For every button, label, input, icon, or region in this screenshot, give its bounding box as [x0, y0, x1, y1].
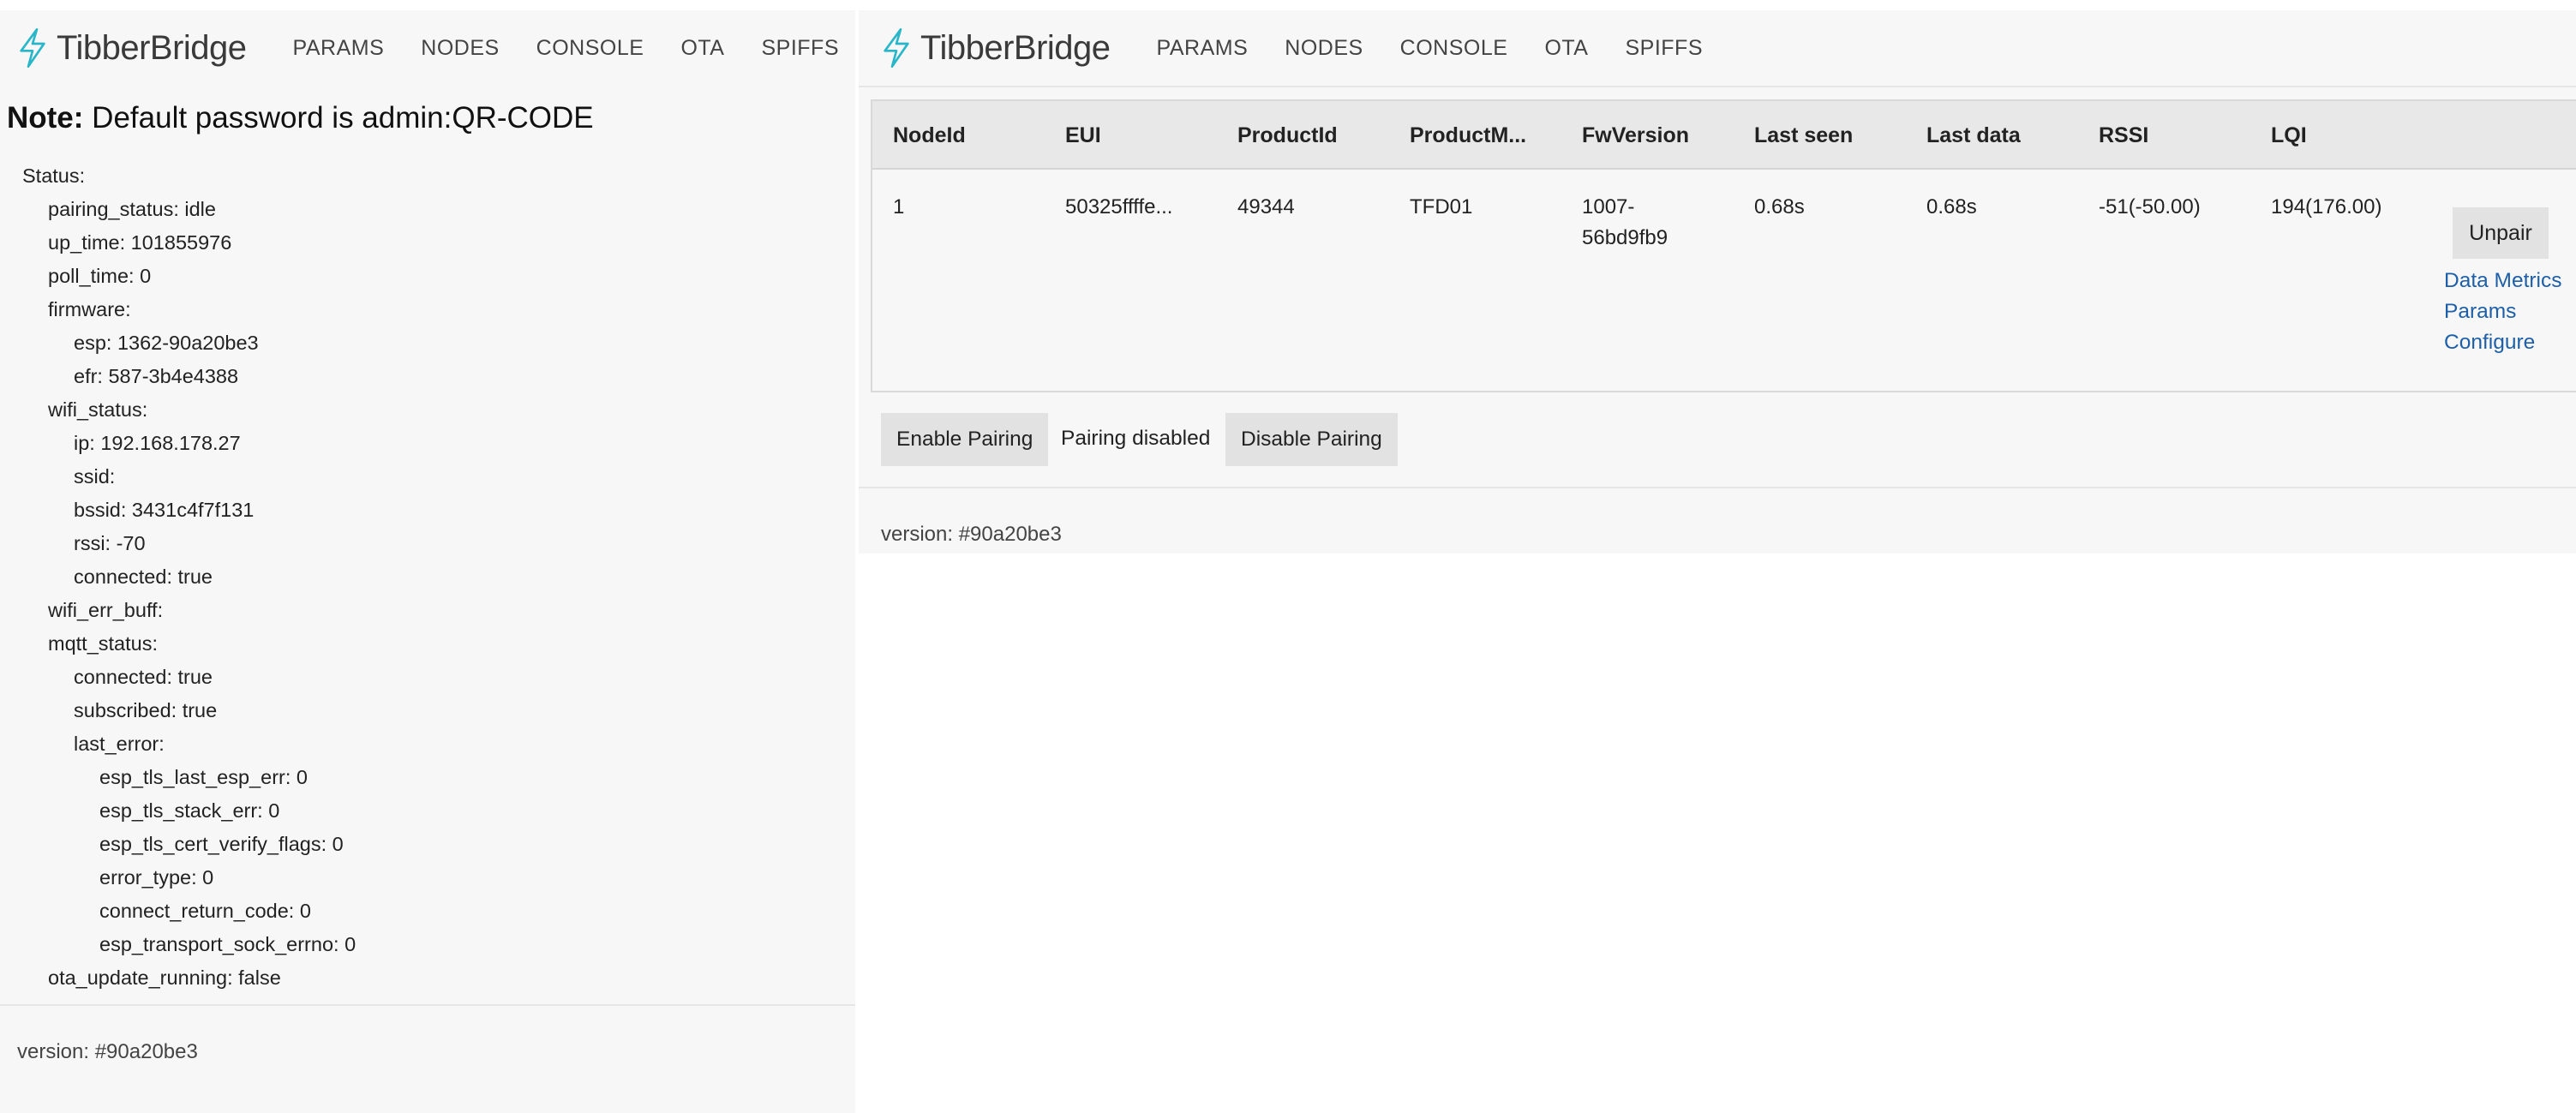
top-navbar: TibberBridge PARAMS NODES CONSOLE OTA SP… [859, 10, 2576, 87]
status-line: connected: true [74, 666, 213, 688]
status-line: pairing_status: idle [48, 198, 216, 220]
status-line: ip: 192.168.178.27 [74, 432, 241, 454]
version-label: version: #90a20be3 [881, 523, 1062, 546]
column-header-nodeid[interactable]: NodeId [893, 123, 966, 148]
configure-link[interactable]: Configure [2444, 331, 2535, 355]
status-line: connect_return_code: 0 [99, 900, 311, 922]
status-line: last_error: [74, 733, 165, 755]
status-line: esp_tls_stack_err: 0 [99, 799, 280, 822]
cell-eui: 50325ffffe... [1065, 195, 1173, 218]
status-line: mqtt_status: [48, 632, 158, 655]
pairing-status-text: Pairing disabled [1061, 427, 1211, 450]
brand[interactable]: TibberBridge [879, 27, 1111, 69]
column-header-eui[interactable]: EUI [1065, 123, 1101, 148]
nav-ota[interactable]: OTA [1544, 36, 1588, 61]
status-line: wifi_err_buff: [48, 599, 164, 621]
note-text: Default password is admin:QR-CODE [92, 101, 594, 135]
nodes-table: NodeId EUI ProductId ProductM... FwVersi… [871, 99, 2576, 392]
nav-params[interactable]: PARAMS [1157, 36, 1249, 61]
status-line: efr: 587-3b4e4388 [74, 365, 239, 387]
column-header-last-data[interactable]: Last data [1926, 123, 2021, 148]
nav-console[interactable]: CONSOLE [536, 36, 644, 61]
cell-last-seen: 0.68s [1754, 195, 1805, 218]
divider [0, 1004, 855, 1006]
disable-pairing-button[interactable]: Disable Pairing [1225, 413, 1398, 466]
status-line: error_type: 0 [99, 866, 214, 889]
status-line: esp: 1362-90a20be3 [74, 332, 259, 354]
note-label: Note: [7, 101, 84, 135]
data-metrics-link[interactable]: Data Metrics [2444, 269, 2562, 293]
brand[interactable]: TibberBridge [15, 27, 247, 69]
status-line: ota_update_running: false [48, 966, 281, 989]
cell-fwversion: 1007- [1582, 195, 1635, 218]
nav-ota[interactable]: OTA [680, 36, 724, 61]
column-header-last-seen[interactable]: Last seen [1754, 123, 1853, 148]
status-line: wifi_status: [48, 398, 148, 421]
table-header: NodeId EUI ProductId ProductM... FwVersi… [872, 101, 2576, 170]
nav-spiffs[interactable]: SPIFFS [761, 36, 839, 61]
cell-nodeid: 1 [893, 195, 905, 218]
status-line: rssi: -70 [74, 532, 146, 554]
column-header-productmodel[interactable]: ProductM... [1410, 123, 1526, 148]
nav-nodes[interactable]: NODES [1285, 36, 1363, 61]
status-line: bssid: 3431c4f7f131 [74, 499, 255, 521]
cell-rssi: -51(-50.00) [2099, 195, 2201, 218]
nav-console[interactable]: CONSOLE [1400, 36, 1508, 61]
status-line: poll_time: 0 [48, 265, 152, 287]
status-line: esp_tls_last_esp_err: 0 [99, 766, 308, 788]
cell-lqi: 194(176.00) [2271, 195, 2382, 218]
unpair-button[interactable]: Unpair [2453, 207, 2549, 259]
status-line: firmware: [48, 298, 131, 320]
cell-last-data: 0.68s [1926, 195, 1977, 218]
status-line: connected: true [74, 565, 213, 588]
version-label: version: #90a20be3 [17, 1040, 198, 1063]
brand-name: TibberBridge [57, 28, 247, 67]
brand-name: TibberBridge [920, 28, 1111, 67]
column-header-lqi[interactable]: LQI [2271, 123, 2307, 148]
column-header-rssi[interactable]: RSSI [2099, 123, 2148, 148]
column-header-productid[interactable]: ProductId [1237, 123, 1338, 148]
status-line: ssid: [74, 465, 116, 488]
status-pane: TibberBridge PARAMS NODES CONSOLE OTA SP… [0, 10, 855, 1113]
nav-params[interactable]: PARAMS [293, 36, 385, 61]
cell-productmodel: TFD01 [1410, 195, 1473, 218]
status-tree: Status: pairing_status: idle up_time: 1018… [22, 159, 356, 995]
status-line: up_time: 101855976 [48, 231, 232, 254]
params-link[interactable]: Params [2444, 300, 2516, 324]
cell-fwversion-cont: 56bd9fb9 [1582, 226, 1668, 249]
default-password-note: Note: Default password is admin:QR-CODE [7, 101, 594, 135]
status-line: subscribed: true [74, 699, 218, 721]
status-line: esp_transport_sock_errno: 0 [99, 933, 356, 955]
column-header-fwversion[interactable]: FwVersion [1582, 123, 1689, 148]
nav-spiffs[interactable]: SPIFFS [1625, 36, 1703, 61]
lightning-bolt-icon [20, 28, 45, 68]
nav-nodes[interactable]: NODES [421, 36, 499, 61]
lightning-bolt-icon [884, 28, 909, 68]
divider [859, 487, 2576, 488]
nodes-pane: TibberBridge PARAMS NODES CONSOLE OTA SP… [859, 10, 2576, 554]
top-navbar: TibberBridge PARAMS NODES CONSOLE OTA SP… [0, 10, 855, 86]
enable-pairing-button[interactable]: Enable Pairing [881, 413, 1049, 466]
cell-productid: 49344 [1237, 195, 1295, 218]
status-line: esp_tls_cert_verify_flags: 0 [99, 833, 344, 855]
status-line: Status: [22, 165, 86, 187]
